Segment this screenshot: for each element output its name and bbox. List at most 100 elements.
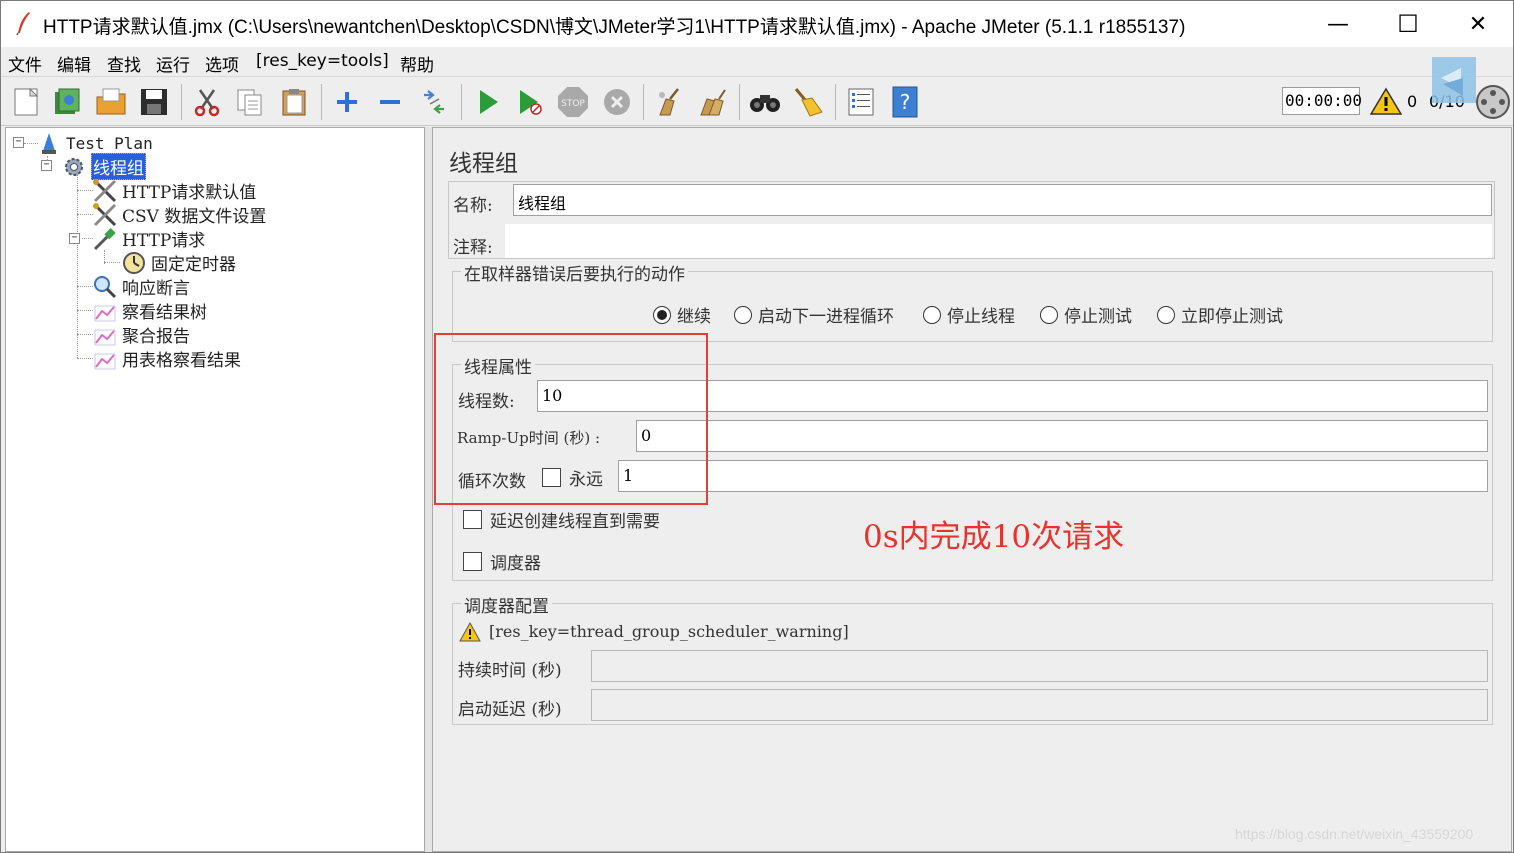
scheduler-checkbox[interactable]: 调度器 xyxy=(463,549,541,574)
close-button[interactable]: ✕ xyxy=(1443,1,1513,47)
scheduler-config-group: 调度器配置 [res_key=thread_group_scheduler_wa… xyxy=(452,592,1493,725)
tree-collapse-toggle[interactable]: − xyxy=(69,233,80,244)
radio-dot xyxy=(923,305,941,324)
toggle-icon[interactable] xyxy=(417,85,451,119)
copy-icon[interactable] xyxy=(233,85,267,119)
menu-bar: 文件 编辑 查找 运行 选项 [res_key=tools] 帮助 xyxy=(1,47,1513,77)
tree-collapse-toggle[interactable]: − xyxy=(41,160,52,171)
svg-text:?: ? xyxy=(900,90,911,114)
rampup-field[interactable]: 0 xyxy=(636,420,1488,452)
tree-label: 固定定时器 xyxy=(151,255,236,275)
tree-node-response-assertion[interactable]: 响应断言 xyxy=(92,274,190,299)
tree-connector xyxy=(77,310,93,311)
comment-field[interactable] xyxy=(505,224,1492,258)
toolbar-separator xyxy=(739,84,740,120)
forever-checkbox[interactable]: 永远 xyxy=(542,465,603,490)
toolbar-separator xyxy=(461,84,462,120)
menu-tools[interactable]: [res_key=tools] xyxy=(256,51,389,71)
tree-connector xyxy=(104,262,120,263)
maximize-button[interactable]: ☐ xyxy=(1373,1,1443,47)
tree-node-view-results-table[interactable]: 用表格察看结果 xyxy=(92,346,241,371)
radio-stop-thread[interactable]: 停止线程 xyxy=(923,302,1015,327)
shutdown-icon[interactable] xyxy=(600,85,634,119)
binoculars-icon[interactable] xyxy=(748,85,782,119)
function-helper-icon[interactable] xyxy=(844,85,878,119)
name-label: 名称: xyxy=(453,196,493,216)
tree-node-test-plan[interactable]: Test Plan xyxy=(36,131,153,155)
radio-stop-test-now[interactable]: 立即停止测试 xyxy=(1157,302,1283,327)
clear-icon[interactable] xyxy=(652,85,686,119)
listener-chart-icon xyxy=(92,299,118,323)
remote-icon[interactable] xyxy=(1475,84,1511,120)
duration-field[interactable] xyxy=(591,650,1488,682)
tree-node-http-request[interactable]: HTTP请求 xyxy=(92,226,205,251)
menu-options[interactable]: 选项 xyxy=(205,51,239,76)
error-action-title: 在取样器错误后要执行的动作 xyxy=(461,260,688,285)
cut-icon[interactable] xyxy=(190,85,224,119)
delay-thread-creation-checkbox[interactable]: 延迟创建线程直到需要 xyxy=(463,507,660,532)
title-bar: HTTP请求默认值.jmx (C:\Users\newantchen\Deskt… xyxy=(1,1,1513,47)
start-icon[interactable] xyxy=(471,85,505,119)
templates-icon[interactable] xyxy=(50,85,84,119)
annotation-text: 0s内完成10次请求 xyxy=(863,519,1125,555)
paste-icon[interactable] xyxy=(277,85,311,119)
startup-delay-field[interactable] xyxy=(591,689,1488,721)
toolbar: STOP ? 00:00:00 0 0/10 xyxy=(1,57,1513,126)
tree-connector xyxy=(77,214,93,215)
window-title: HTTP请求默认值.jmx (C:\Users\newantchen\Deskt… xyxy=(43,17,1186,38)
start-no-pauses-icon[interactable] xyxy=(513,85,547,119)
open-icon[interactable] xyxy=(94,85,128,119)
checkbox-box xyxy=(542,468,561,487)
thread-count-field[interactable]: 10 xyxy=(537,380,1488,412)
name-field[interactable]: 线程组 xyxy=(513,184,1492,216)
pipette-sampler-icon xyxy=(92,227,118,251)
radio-stop-test[interactable]: 停止测试 xyxy=(1040,302,1132,327)
help-icon[interactable]: ? xyxy=(888,85,922,119)
svg-text:STOP: STOP xyxy=(561,99,585,109)
tree-node-thread-group[interactable]: 线程组 xyxy=(61,153,146,180)
checkbox-label: 永远 xyxy=(569,470,603,490)
menu-help[interactable]: 帮助 xyxy=(400,51,434,76)
tree-node-aggregate-report[interactable]: 聚合报告 xyxy=(92,322,190,347)
menu-run[interactable]: 运行 xyxy=(156,51,190,76)
name-comment-box: 名称: 线程组 注释: xyxy=(448,181,1495,259)
clear-all-icon[interactable] xyxy=(695,85,729,119)
radio-dot xyxy=(734,305,752,324)
radio-start-next-loop[interactable]: 启动下一进程循环 xyxy=(734,302,894,327)
scheduler-config-title: 调度器配置 xyxy=(461,592,552,617)
tree-label: HTTP请求默认值 xyxy=(122,183,257,203)
tree-node-csv-config[interactable]: CSV 数据文件设置 xyxy=(92,202,266,227)
page-title: 线程组 xyxy=(449,151,518,177)
tree-node-view-results-tree[interactable]: 察看结果树 xyxy=(92,298,207,323)
watermark: https://blog.csdn.net/weixin_43559200 xyxy=(1235,826,1474,842)
radio-label: 停止测试 xyxy=(1064,307,1132,327)
warning-count: 0 xyxy=(1407,92,1418,111)
duration-label: 持续时间 (秒) xyxy=(458,661,562,681)
loop-count-label: 循环次数 xyxy=(458,472,526,492)
loop-count-field[interactable]: 1 xyxy=(618,460,1488,492)
toolbar-separator xyxy=(643,84,644,120)
tree-collapse-toggle[interactable]: − xyxy=(13,137,24,148)
radio-continue[interactable]: 继续 xyxy=(653,302,711,327)
checkbox-label: 调度器 xyxy=(490,554,541,574)
tree-node-constant-timer[interactable]: 固定定时器 xyxy=(121,250,236,275)
scheduler-warning-text: [res_key=thread_group_scheduler_warning] xyxy=(489,622,849,641)
minimize-button[interactable]: — xyxy=(1303,1,1373,47)
tree-node-http-defaults[interactable]: HTTP请求默认值 xyxy=(92,178,256,203)
expand-all-icon[interactable] xyxy=(330,85,364,119)
tree-label: CSV 数据文件设置 xyxy=(122,207,267,227)
menu-file[interactable]: 文件 xyxy=(8,51,42,76)
collapse-all-icon[interactable] xyxy=(373,85,407,119)
save-icon[interactable] xyxy=(137,85,171,119)
menu-edit[interactable]: 编辑 xyxy=(57,51,91,76)
menu-search[interactable]: 查找 xyxy=(107,51,141,76)
tree-label: 响应断言 xyxy=(122,279,190,299)
new-icon[interactable] xyxy=(9,85,43,119)
warning-icon[interactable] xyxy=(1370,87,1402,115)
stop-icon[interactable]: STOP xyxy=(556,85,590,119)
radio-label: 继续 xyxy=(677,307,711,327)
split-pane-divider[interactable] xyxy=(425,127,432,852)
rampup-label: Ramp-Up时间 (秒) : xyxy=(457,429,601,447)
wrench-config-icon xyxy=(92,178,118,203)
reset-search-icon[interactable] xyxy=(791,85,825,119)
